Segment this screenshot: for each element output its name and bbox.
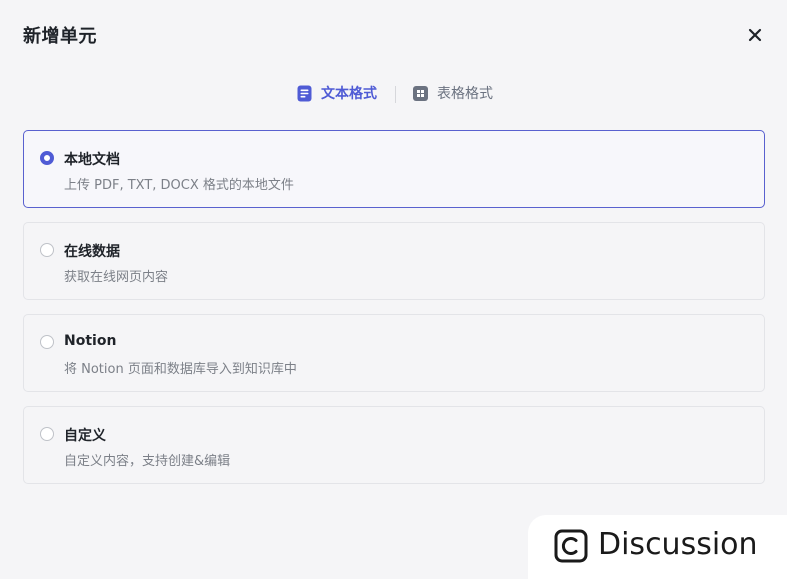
- option-online-data[interactable]: 在线数据 获取在线网页内容: [23, 222, 765, 300]
- option-description: 自定义内容，支持创建&编辑: [64, 454, 231, 469]
- document-icon: [297, 85, 312, 101]
- option-local-document[interactable]: 本地文档 上传 PDF, TXT, DOCX 格式的本地文件: [23, 130, 765, 208]
- table-icon: [413, 85, 428, 101]
- option-notion[interactable]: Notion 将 Notion 页面和数据库导入到知识库中: [23, 314, 765, 392]
- copyright-c-icon: [554, 529, 588, 563]
- option-description: 上传 PDF, TXT, DOCX 格式的本地文件: [64, 178, 294, 193]
- tab-label: 表格格式: [437, 86, 493, 102]
- tab-table-format[interactable]: 表格格式: [412, 80, 493, 106]
- tab-text-format[interactable]: 文本格式: [296, 80, 377, 106]
- option-title: 本地文档: [64, 152, 120, 168]
- dialog-title: 新增单元: [23, 26, 97, 47]
- radio-button[interactable]: [40, 335, 54, 349]
- option-description: 将 Notion 页面和数据库导入到知识库中: [64, 362, 297, 377]
- tab-label: 文本格式: [321, 86, 377, 102]
- option-custom[interactable]: 自定义 自定义内容，支持创建&编辑: [23, 406, 765, 484]
- close-button[interactable]: [744, 24, 766, 46]
- close-icon: [748, 28, 762, 42]
- radio-button[interactable]: [40, 243, 54, 257]
- radio-button[interactable]: [40, 151, 54, 165]
- option-title: 自定义: [64, 428, 106, 444]
- radio-button[interactable]: [40, 427, 54, 441]
- tab-divider: [395, 86, 396, 103]
- watermark-text: Discussion: [598, 527, 758, 562]
- option-title: 在线数据: [64, 244, 120, 260]
- discussion-watermark: Discussion: [528, 515, 787, 579]
- option-title: Notion: [64, 333, 117, 349]
- option-description: 获取在线网页内容: [64, 270, 169, 285]
- format-tabs: 文本格式 表格格式: [0, 80, 787, 106]
